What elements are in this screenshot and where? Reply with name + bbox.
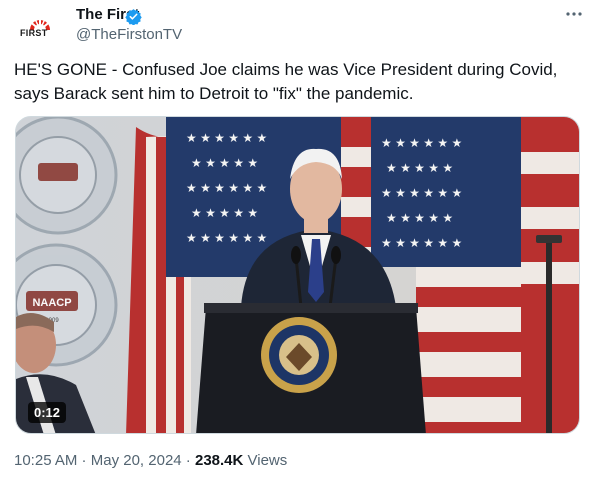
svg-text:★ ★ ★ ★ ★ ★: ★ ★ ★ ★ ★ ★ — [381, 186, 462, 200]
podium — [196, 303, 426, 433]
tweet-header: FIRST The First @TheFirstonTV — [14, 4, 586, 48]
more-options-icon[interactable] — [564, 6, 584, 22]
seal-top — [16, 117, 118, 235]
account-handle[interactable]: @TheFirstonTV — [76, 26, 182, 43]
svg-text:★ ★ ★ ★ ★: ★ ★ ★ ★ ★ — [386, 161, 453, 175]
video-frame: NAACP 1909 ★ ★ ★ ★ ★ ★ ★ ★ ★ ★ ★ ★ ★ ★ ★… — [16, 117, 579, 433]
flag-pole — [546, 237, 552, 433]
svg-text:★ ★ ★ ★ ★ ★: ★ ★ ★ ★ ★ ★ — [186, 181, 267, 195]
separator: · — [77, 452, 91, 469]
svg-text:★ ★ ★ ★ ★: ★ ★ ★ ★ ★ — [191, 156, 258, 170]
tweet-meta: 10:25 AM · May 20, 2024 · 238.4K Views — [14, 452, 287, 469]
tweet-text: HE'S GONE - Confused Joe claims he was V… — [14, 60, 558, 103]
avatar[interactable]: FIRST — [16, 8, 60, 48]
seal-naacp-text: NAACP — [32, 297, 71, 309]
svg-text:★ ★ ★ ★ ★: ★ ★ ★ ★ ★ — [386, 211, 453, 225]
svg-text:★ ★ ★ ★ ★: ★ ★ ★ ★ ★ — [191, 206, 258, 220]
views-count[interactable]: 238.4K — [195, 452, 243, 469]
separator: · — [181, 452, 195, 469]
svg-text:★ ★ ★ ★ ★ ★: ★ ★ ★ ★ ★ ★ — [381, 136, 462, 150]
tweet-time[interactable]: 10:25 AM — [14, 452, 77, 469]
verified-badge-icon — [125, 9, 142, 25]
logo-fan-icon — [27, 8, 53, 30]
views-label: Views — [243, 452, 288, 469]
svg-text:★ ★ ★ ★ ★ ★: ★ ★ ★ ★ ★ ★ — [186, 131, 267, 145]
logo-text: FIRST — [20, 28, 48, 38]
svg-text:★ ★ ★ ★ ★ ★: ★ ★ ★ ★ ★ ★ — [186, 231, 267, 245]
tweet[interactable]: FIRST The First @TheFirstonTV HE'S GONE … — [0, 0, 600, 490]
tweet-date[interactable]: May 20, 2024 — [91, 452, 182, 469]
svg-text:★ ★ ★ ★ ★ ★: ★ ★ ★ ★ ★ ★ — [381, 236, 462, 250]
video-player[interactable]: NAACP 1909 ★ ★ ★ ★ ★ ★ ★ ★ ★ ★ ★ ★ ★ ★ ★… — [15, 116, 580, 434]
video-duration: 0:12 — [28, 402, 67, 423]
